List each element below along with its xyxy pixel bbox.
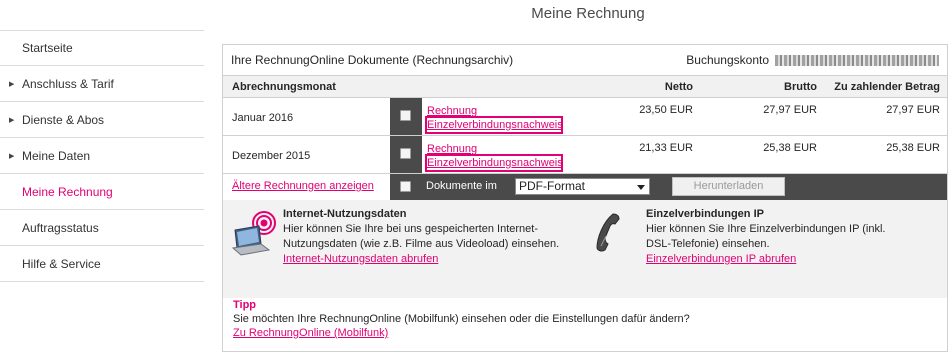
sidebar-item-anschluss-tarif[interactable]: ▶ Anschluss & Tarif: [0, 66, 204, 102]
table-row: Dezember 2015 Rechnung Einzelverbindungs…: [223, 136, 947, 174]
format-select[interactable]: PDF-Format: [515, 178, 650, 195]
sidebar-item-dienste-abos[interactable]: ▶ Dienste & Abos: [0, 102, 204, 138]
triangle-right-icon: ▶: [9, 116, 15, 124]
panel-title: Ihre RechnungOnline Dokumente (Rechnungs…: [231, 53, 514, 67]
row-gross: 27,97 EUR: [763, 104, 817, 116]
ip-connections-text-2: DSL-Telefonie) einsehen.: [646, 238, 770, 250]
info-section: Internet-Nutzungsdaten Hier können Sie I…: [223, 200, 947, 298]
internet-usage-text-1: Hier können Sie Ihre bei uns gespeichert…: [283, 223, 538, 235]
row-due: 25,38 EUR: [886, 142, 940, 154]
sidebar-item-label: Hilfe & Service: [22, 256, 101, 271]
row-checkbox[interactable]: [400, 148, 411, 159]
row-month: Dezember 2015: [232, 150, 311, 162]
itemized-record-link[interactable]: Einzelverbindungsnachweis: [425, 154, 563, 172]
ip-connections-link[interactable]: Einzelverbindungen IP abrufen: [646, 253, 796, 265]
row-gross: 25,38 EUR: [763, 142, 817, 154]
mobile-invoice-link[interactable]: Zu RechnungOnline (Mobilfunk): [233, 327, 388, 339]
documents-label: Dokumente im: [426, 180, 497, 192]
ip-connections-text-1: Hier können Sie Ihre Einzelverbindungen …: [646, 223, 886, 235]
invoice-archive-panel: Ihre RechnungOnline Dokumente (Rechnungs…: [222, 44, 948, 352]
sidebar-item-meine-daten[interactable]: ▶ Meine Daten: [0, 138, 204, 174]
row-checkbox[interactable]: [400, 110, 411, 121]
ip-connections-block: Einzelverbindungen IP Hier können Sie Ih…: [646, 208, 946, 265]
ip-connections-title: Einzelverbindungen IP: [646, 208, 764, 220]
sidebar-item-hilfe-service[interactable]: Hilfe & Service: [0, 246, 204, 282]
row-net: 21,33 EUR: [639, 142, 693, 154]
action-bar: Ältere Rechnungen anzeigen Dokumente im …: [223, 174, 947, 200]
sidebar-item-auftragsstatus[interactable]: Auftragsstatus: [0, 210, 204, 246]
panel-header: Ihre RechnungOnline Dokumente (Rechnungs…: [223, 45, 947, 76]
format-select-value: PDF-Format: [519, 179, 585, 193]
phone-handset-icon: [596, 213, 620, 252]
select-all-checkbox[interactable]: [400, 181, 411, 192]
tip-text: Sie möchten Ihre RechnungOnline (Mobilfu…: [233, 313, 690, 325]
header-net: Netto: [664, 80, 693, 93]
older-invoices-link[interactable]: Ältere Rechnungen anzeigen: [232, 180, 374, 192]
header-due: Zu zahlender Betrag: [834, 80, 940, 93]
laptop-icon: [231, 211, 276, 256]
account-number-redacted: [775, 54, 939, 66]
page-title: Meine Rechnung: [531, 5, 645, 22]
invoice-link[interactable]: Rechnung: [427, 142, 561, 156]
row-month: Januar 2016: [232, 112, 294, 124]
sidebar-item-label: Startseite: [22, 41, 73, 55]
sidebar-item-label: Auftragsstatus: [22, 220, 99, 235]
sidebar-item-startseite[interactable]: Startseite: [0, 30, 204, 66]
sidebar-item-label: Anschluss & Tarif: [22, 76, 114, 91]
sidebar-item-meine-rechnung[interactable]: Meine Rechnung: [0, 174, 204, 210]
header-gross: Brutto: [784, 80, 817, 93]
sidebar-item-label: Meine Rechnung: [22, 184, 113, 199]
sidebar-nav: Startseite ▶ Anschluss & Tarif ▶ Dienste…: [0, 30, 204, 282]
tip-title: Tipp: [233, 299, 257, 311]
itemized-record-link[interactable]: Einzelverbindungsnachweis: [425, 116, 563, 134]
table-header: Abrechnungsmonat Netto Brutto Zu zahlend…: [223, 76, 947, 98]
sidebar-item-label: Dienste & Abos: [22, 112, 105, 127]
sidebar-item-label: Meine Daten: [22, 148, 91, 163]
internet-usage-text-2: Nutzungsdaten (wie z.B. Filme aus Videol…: [283, 238, 560, 250]
download-button[interactable]: Herunterladen: [672, 177, 785, 196]
table-row: Januar 2016 Rechnung Einzelverbindungsna…: [223, 98, 947, 136]
internet-usage-block: Internet-Nutzungsdaten Hier können Sie I…: [283, 208, 583, 265]
triangle-right-icon: ▶: [9, 80, 15, 88]
row-due: 27,97 EUR: [886, 104, 940, 116]
internet-usage-title: Internet-Nutzungsdaten: [283, 208, 407, 220]
triangle-right-icon: ▶: [9, 152, 15, 160]
row-net: 23,50 EUR: [639, 104, 693, 116]
account-label: Buchungskonto: [686, 53, 769, 67]
account-info: Buchungskonto: [686, 53, 939, 67]
header-month: Abrechnungsmonat: [232, 80, 336, 93]
invoice-link[interactable]: Rechnung: [427, 104, 561, 118]
internet-usage-link[interactable]: Internet-Nutzungsdaten abrufen: [283, 253, 438, 265]
chevron-down-icon: [637, 185, 645, 190]
tip-section: Tipp Sie möchten Ihre RechnungOnline (Mo…: [233, 299, 933, 339]
